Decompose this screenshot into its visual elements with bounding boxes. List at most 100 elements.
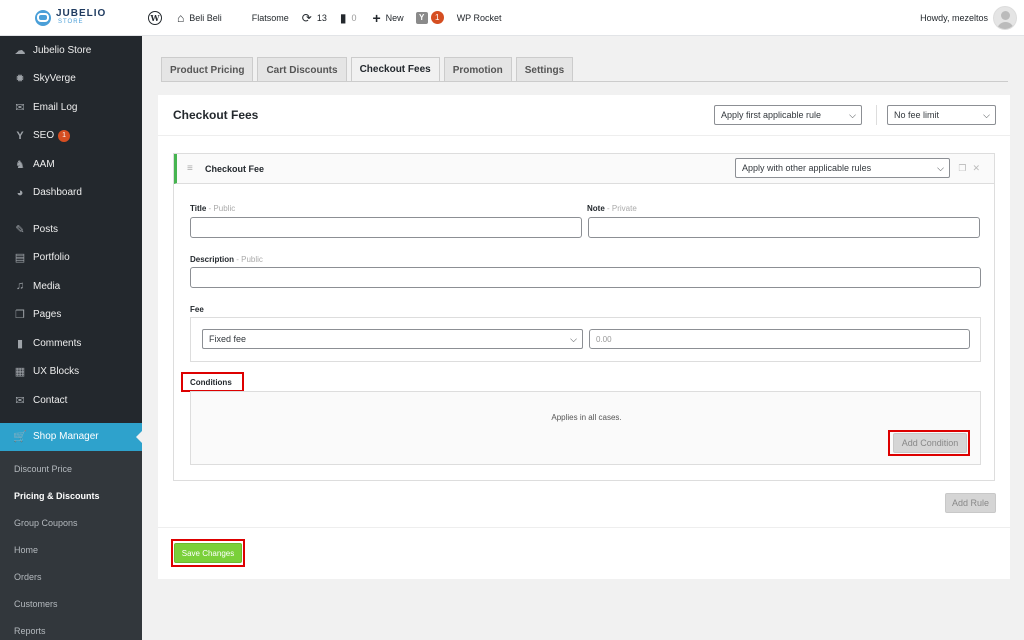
jubelio-logo-icon: [35, 9, 51, 26]
mail-icon: ✉: [15, 101, 25, 114]
sidebar-item-comments[interactable]: ▮ Comments: [0, 329, 142, 358]
jubelio-logo[interactable]: JUBELIO STORE: [0, 0, 142, 36]
site-name-link[interactable]: ⌂ Beli Beli: [177, 0, 222, 36]
avatar[interactable]: [993, 6, 1017, 30]
sidebar-separator: [0, 207, 142, 215]
close-icon[interactable]: ✕: [972, 163, 986, 173]
wordpress-menu[interactable]: W: [148, 0, 162, 36]
fee-amount-placeholder: 0.00: [596, 334, 612, 344]
updates-icon: ⟳: [301, 10, 312, 25]
chevron-down-icon: ⌵: [570, 334, 577, 344]
sidebar-item-ux-blocks[interactable]: ▦ UX Blocks: [0, 358, 142, 387]
submenu-item-reports[interactable]: Reports: [0, 617, 142, 640]
title-input[interactable]: [190, 217, 582, 238]
rule-mode-value: Apply first applicable rule: [721, 110, 822, 120]
sidebar-item-shop-manager[interactable]: 🛒 Shop Manager: [0, 422, 142, 451]
title-label-hint: - Public: [208, 204, 236, 213]
tab-settings[interactable]: Settings: [515, 57, 574, 82]
conditions-empty-text: Applies in all cases.: [551, 413, 622, 422]
sidebar-item-posts[interactable]: ✎ Posts: [0, 215, 142, 244]
wolf-icon: ♞: [15, 158, 25, 171]
comment-icon: ▮: [339, 10, 347, 25]
duplicate-icon[interactable]: ❐: [958, 163, 972, 173]
sidebar-item-email-log[interactable]: ✉ Email Log: [0, 93, 142, 122]
chevron-down-icon: ⌵: [983, 110, 990, 120]
flatsome-menu[interactable]: Flatsome: [252, 0, 289, 36]
fee-container: Fixed fee ⌵ 0.00: [190, 317, 981, 362]
updates-link[interactable]: ⟳ 13: [302, 0, 327, 36]
yoast-badge: 1: [430, 11, 444, 24]
sidebar-item-label: Dashboard: [33, 187, 82, 199]
gear-icon: ✹: [15, 73, 25, 86]
new-label: New: [385, 12, 404, 23]
sidebar-item-dashboard[interactable]: ◕ Dashboard: [0, 179, 142, 208]
tab-checkout-fees[interactable]: Checkout Fees: [350, 57, 440, 82]
comment-icon: ▮: [16, 337, 24, 350]
page-title: Checkout Fees: [173, 108, 259, 122]
pages-icon: ❐: [15, 309, 25, 322]
sidebar-item-label: Shop Manager: [33, 431, 99, 443]
submenu-item-customers[interactable]: Customers: [0, 590, 142, 617]
dashboard-icon: ◕: [16, 186, 24, 199]
sidebar-item-contact[interactable]: ✉ Contact: [0, 386, 142, 415]
note-label: Note - Private: [587, 204, 637, 213]
sidebar-item-jubelio-store[interactable]: ☁ Jubelio Store: [0, 36, 142, 65]
description-input[interactable]: [190, 267, 981, 288]
fee-label: Fee: [190, 305, 204, 314]
sidebar-item-label: SkyVerge: [33, 73, 76, 85]
tab-product-pricing[interactable]: Product Pricing: [161, 57, 254, 82]
apply-mode-select[interactable]: Apply with other applicable rules ⌵: [735, 158, 950, 178]
cart-icon: 🛒: [13, 431, 27, 444]
submenu-item-pricing-discounts[interactable]: Pricing & Discounts: [0, 482, 142, 509]
sidebar-item-skyverge[interactable]: ✹ SkyVerge: [0, 65, 142, 94]
note-label-hint: - Private: [607, 204, 637, 213]
settings-tabs: Product Pricing Cart Discounts Checkout …: [161, 57, 577, 82]
sidebar-item-portfolio[interactable]: ▤ Portfolio: [0, 244, 142, 273]
sidebar-separator: [0, 415, 142, 423]
admin-sidebar: ☁ Jubelio Store ✹ SkyVerge ✉ Email Log Y SEO…: [0, 36, 142, 640]
yoast-menu[interactable]: Y 1: [415, 0, 444, 36]
fee-type-select[interactable]: Fixed fee ⌵: [202, 329, 583, 349]
checkout-fees-panel: Checkout Fees Apply first applicable rul…: [158, 95, 1010, 579]
fee-type-value: Fixed fee: [209, 334, 247, 344]
sidebar-item-pages[interactable]: ❐ Pages: [0, 301, 142, 330]
sidebar-item-label: Media: [33, 280, 61, 292]
fee-limit-select[interactable]: No fee limit ⌵: [887, 105, 996, 125]
sidebar-item-label: Comments: [33, 337, 82, 349]
note-input[interactable]: [588, 217, 980, 238]
fee-amount-input[interactable]: 0.00: [589, 329, 970, 349]
submenu-item-discount-price[interactable]: Discount Price: [0, 455, 142, 482]
blocks-icon: ▦: [14, 366, 26, 379]
submenu-item-orders[interactable]: Orders: [0, 563, 142, 590]
sidebar-item-label: AAM: [33, 158, 55, 170]
logo-main-text: JUBELIO: [56, 7, 107, 19]
title-label: Title - Public: [190, 204, 235, 213]
sidebar-item-label: Jubelio Store: [33, 44, 92, 56]
rule-mode-select[interactable]: Apply first applicable rule ⌵: [714, 105, 862, 125]
description-label: Description - Public: [190, 255, 263, 264]
drag-handle-icon[interactable]: ≡: [187, 163, 193, 174]
new-content-link[interactable]: + New: [372, 0, 403, 36]
description-label-hint: - Public: [236, 255, 263, 264]
sidebar-item-aam[interactable]: ♞ AAM: [0, 150, 142, 179]
comments-count: 0: [351, 12, 357, 23]
tab-underline: [161, 81, 1008, 82]
add-rule-button[interactable]: Add Rule: [945, 493, 996, 513]
save-highlight: [171, 539, 245, 567]
comments-link[interactable]: ▮ 0: [340, 0, 357, 36]
submenu-item-home[interactable]: Home: [0, 536, 142, 563]
submenu-item-group-coupons[interactable]: Group Coupons: [0, 509, 142, 536]
add-condition-highlight: [888, 430, 970, 456]
plus-icon: +: [372, 9, 381, 26]
rule-title: Checkout Fee: [205, 164, 265, 174]
note-label-text: Note: [587, 204, 605, 213]
wp-rocket-menu[interactable]: WP Rocket: [457, 0, 502, 36]
sidebar-item-media[interactable]: ♫ Media: [0, 272, 142, 301]
shop-manager-submenu: Discount Price Pricing & Discounts Group…: [0, 451, 142, 640]
tab-promotion[interactable]: Promotion: [443, 57, 512, 82]
rule-header[interactable]: ≡ Checkout Fee Apply with other applicab…: [174, 154, 994, 184]
tab-cart-discounts[interactable]: Cart Discounts: [257, 57, 347, 82]
sidebar-item-seo[interactable]: Y SEO 1: [0, 122, 142, 151]
logo-sub-text: STORE: [58, 18, 84, 25]
account-menu[interactable]: Howdy, mezeltos: [920, 0, 988, 36]
